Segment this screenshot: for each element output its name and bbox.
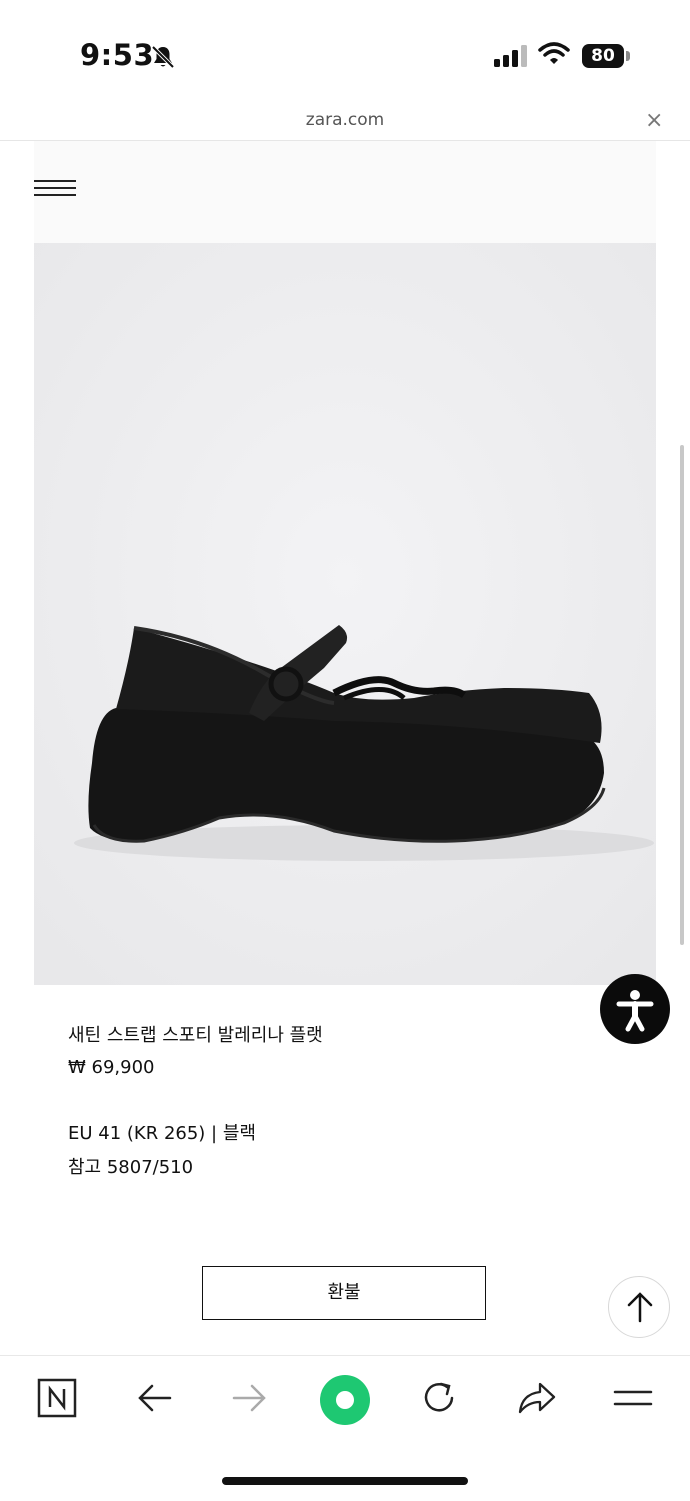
battery-indicator: 80 [582,44,624,68]
hamburger-menu-icon[interactable] [34,180,76,202]
product-reference: 참고 5807/510 [68,1157,194,1178]
battery-cap [626,51,630,61]
close-icon[interactable]: × [645,108,663,133]
green-dot-icon[interactable] [319,1374,371,1426]
share-icon[interactable] [516,1378,558,1418]
signal-icon [494,45,527,67]
accessibility-icon [616,990,654,1032]
page-header-area [34,141,656,243]
status-time: 9:53 [80,38,155,72]
forward-arrow-icon[interactable] [230,1378,270,1418]
refresh-icon[interactable] [420,1378,460,1418]
scroll-to-top-button[interactable] [608,1276,670,1338]
wifi-icon [538,42,570,64]
url-text[interactable]: zara.com [0,110,690,130]
menu-icon[interactable] [613,1378,653,1418]
page-scrollbar[interactable] [680,445,684,945]
bell-muted-icon [151,45,175,69]
url-bar[interactable]: zara.com × [0,100,690,141]
arrow-up-icon [627,1292,653,1323]
accessibility-button[interactable] [600,974,670,1044]
product-image[interactable] [34,243,656,985]
product-price: ₩ 69,900 [68,1057,155,1078]
refund-button[interactable]: 환불 [202,1266,486,1320]
status-bar: 9:53 80 [0,0,690,100]
product-size-color: EU 41 (KR 265) | 블랙 [68,1123,256,1144]
naver-home-icon[interactable] [37,1378,77,1418]
home-indicator[interactable] [222,1477,468,1485]
back-arrow-icon[interactable] [134,1378,174,1418]
product-name: 새틴 스트랩 스포티 발레리나 플랫 [68,1025,323,1046]
shoe-illustration [34,243,656,985]
